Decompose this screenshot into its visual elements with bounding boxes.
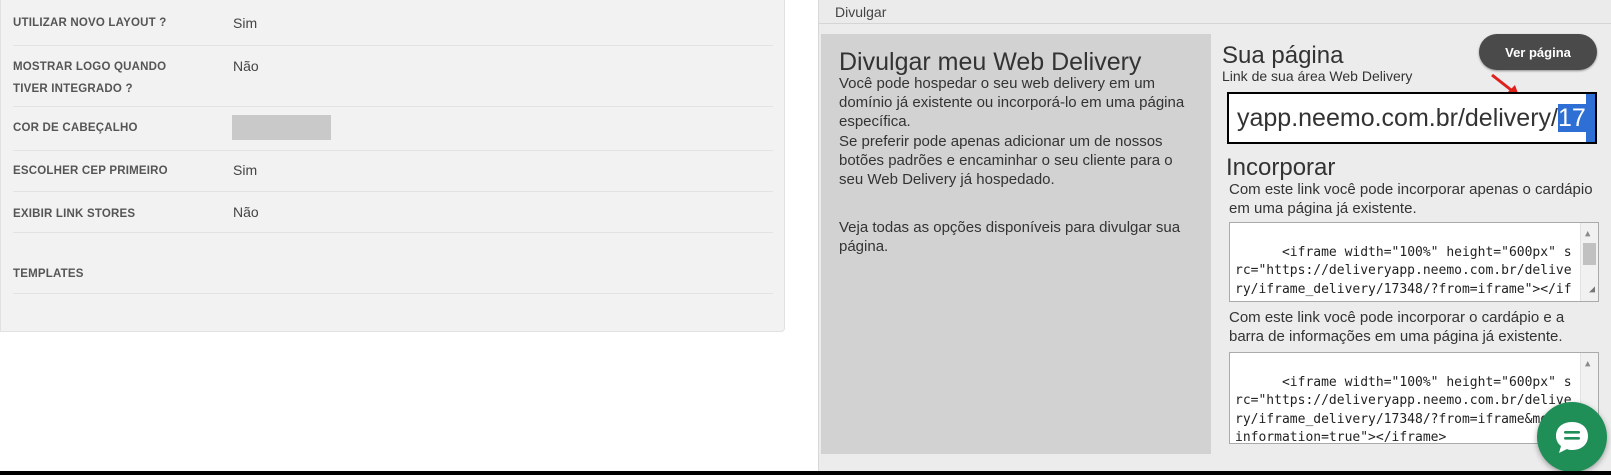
- iframe-code: <iframe width="100%" height="600px" src=…: [1235, 244, 1572, 302]
- setting-label: ESCOLHER CEP PRIMEIRO: [13, 165, 168, 177]
- setting-row-cep-primeiro: ESCOLHER CEP PRIMEIRO Sim: [13, 151, 773, 192]
- setting-row-cor-cabecalho: COR DE CABEÇALHO: [13, 107, 773, 151]
- iframe-code-textarea[interactable]: <iframe width="100%" height="600px" src=…: [1229, 222, 1599, 302]
- incorporar-title: Incorporar: [1226, 154, 1336, 181]
- setting-row-templates: TEMPLATES: [13, 233, 773, 294]
- iframe-code: <iframe width="100%" height="600px" src=…: [1235, 374, 1572, 444]
- setting-label: UTILIZAR NOVO LAYOUT ?: [13, 17, 167, 29]
- url-selection-highlight: [1585, 94, 1595, 142]
- divulgar-header: Divulgar: [819, 0, 1611, 24]
- setting-row-novo-layout: UTILIZAR NOVO LAYOUT ? Sim: [13, 0, 773, 46]
- chat-button[interactable]: [1537, 402, 1607, 472]
- setting-label: TEMPLATES: [13, 268, 84, 280]
- url-selected-text: 17: [1557, 104, 1586, 132]
- setting-row-mostrar-logo: MOSTRAR LOGO QUANDO TIVER INTEGRADO ? Nã…: [13, 46, 773, 107]
- chat-bubble-icon: [1556, 422, 1588, 453]
- scroll-up-icon[interactable]: ▲: [1585, 225, 1590, 244]
- divulgar-description: Divulgar meu Web Delivery Você pode hosp…: [821, 34, 1211, 454]
- setting-row-link-stores: EXIBIR LINK STORES Não: [13, 192, 773, 233]
- delivery-url-field[interactable]: yapp.neemo.com.br/delivery/17: [1227, 92, 1597, 144]
- setting-value: Sim: [233, 15, 258, 31]
- setting-label: EXIBIR LINK STORES: [13, 208, 136, 220]
- divulgar-panel: Divulgar Divulgar meu Web Delivery Você …: [818, 0, 1611, 475]
- settings-panel: UTILIZAR NOVO LAYOUT ? Sim MOSTRAR LOGO …: [0, 0, 785, 332]
- setting-value: Sim: [233, 162, 258, 178]
- url-text: yapp.neemo.com.br/delivery/: [1237, 104, 1558, 132]
- scroll-up-icon[interactable]: ▲: [1585, 355, 1590, 374]
- divulgar-paragraph: Você pode hospedar o seu web delivery em…: [839, 75, 1185, 130]
- incorporar-text: Com este link você pode incorporar apena…: [1229, 181, 1593, 217]
- link-column: Sua página Link de sua área Web Delivery…: [1213, 34, 1611, 454]
- setting-value: Não: [233, 204, 259, 220]
- incorporar-text: Com este link você pode incorporar o car…: [1229, 309, 1565, 345]
- divulgar-paragraph: Veja todas as opções disponíveis para di…: [839, 219, 1181, 255]
- sua-pagina-subtitle: Link de sua área Web Delivery: [1222, 68, 1413, 84]
- bottom-border: [0, 471, 1611, 475]
- sua-pagina-title: Sua página: [1222, 42, 1344, 69]
- header-color-swatch[interactable]: [232, 115, 331, 140]
- setting-label: COR DE CABEÇALHO: [13, 122, 138, 134]
- divulgar-title: Divulgar meu Web Delivery: [839, 48, 1142, 76]
- resize-handle-icon[interactable]: ◢: [1589, 281, 1595, 300]
- setting-value: Não: [233, 58, 259, 74]
- scroll-thumb[interactable]: [1583, 243, 1596, 265]
- ver-pagina-button[interactable]: Ver página: [1479, 34, 1597, 70]
- divulgar-paragraph: Se preferir pode apenas adicionar um de …: [839, 133, 1173, 188]
- setting-label: MOSTRAR LOGO QUANDO TIVER INTEGRADO ?: [13, 61, 167, 95]
